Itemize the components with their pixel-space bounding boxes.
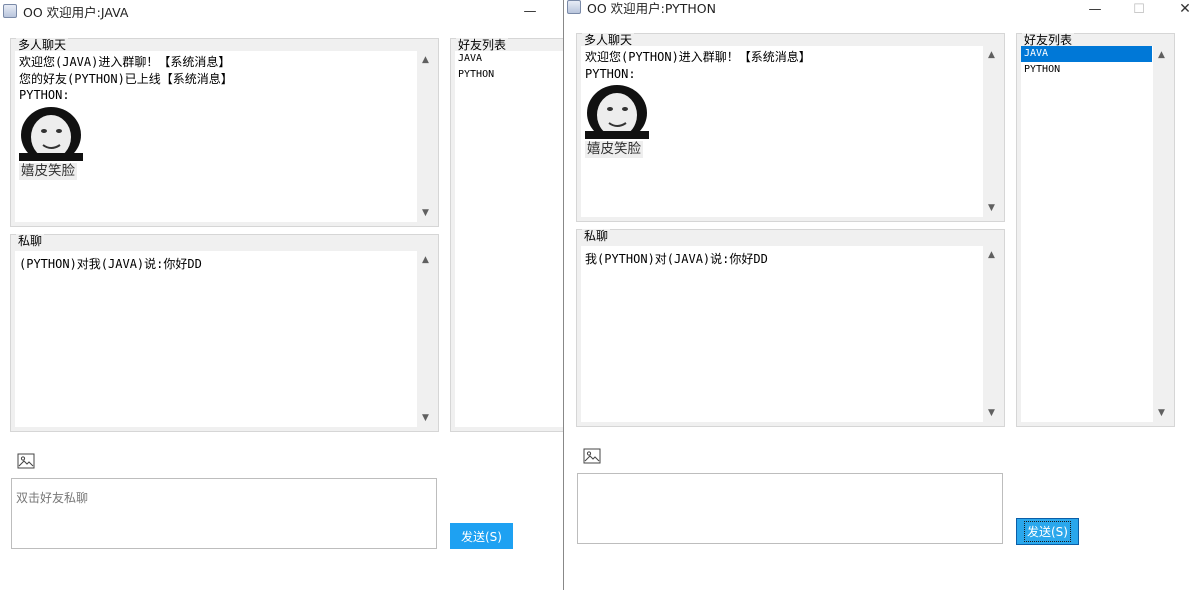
scroll-up-icon[interactable]: ▲ <box>417 253 434 267</box>
friend-item-java[interactable]: JAVA <box>455 51 575 67</box>
minimize-button[interactable]: — <box>1072 0 1118 20</box>
group-chat-title: 多人聊天 <box>16 38 69 52</box>
panda-meme-image <box>19 104 83 161</box>
minimize-button[interactable]: — <box>507 0 553 22</box>
friend-list-title: 好友列表 <box>456 38 509 52</box>
chat-message: PYTHON: <box>585 66 636 81</box>
private-chat-area[interactable]: (PYTHON)对我(JAVA)说:你好DD ▲ ▼ <box>15 251 434 427</box>
group-chat-area[interactable]: 欢迎您(JAVA)进入群聊！【系统消息】 您的好友(PYTHON)已上线【系统消… <box>15 51 434 222</box>
scroll-up-icon[interactable]: ▲ <box>1153 48 1170 62</box>
scroll-up-icon[interactable]: ▲ <box>983 248 1000 262</box>
title-bar[interactable]: OO 欢迎用户:JAVA <box>0 0 564 22</box>
chat-message: 欢迎您(JAVA)进入群聊！【系统消息】 <box>19 55 231 69</box>
friend-list-panel: 好友列表 JAVA PYTHON <box>450 38 580 432</box>
image-icon[interactable] <box>583 448 601 464</box>
java-app-icon <box>3 4 17 18</box>
private-chat-panel: 私聊 (PYTHON)对我(JAVA)说:你好DD ▲ ▼ <box>10 234 439 432</box>
scroll-down-icon[interactable]: ▼ <box>417 411 434 425</box>
emoji-caption: 嬉皮笑脸 <box>19 162 77 180</box>
vertical-scrollbar[interactable]: ▲ ▼ <box>983 46 1000 217</box>
close-button[interactable]: ✕ <box>1162 0 1201 20</box>
private-message: (PYTHON)对我(JAVA)说:你好DD <box>19 257 202 271</box>
maximize-button[interactable]: ☐ <box>1116 0 1162 20</box>
scroll-down-icon[interactable]: ▼ <box>1153 406 1170 420</box>
group-chat-panel: 多人聊天 欢迎您(PYTHON)进入群聊！【系统消息】 PYTHON: 嬉皮笑脸… <box>576 33 1005 222</box>
vertical-scrollbar[interactable]: ▲ ▼ <box>417 251 434 427</box>
scroll-up-icon[interactable]: ▲ <box>983 48 1000 62</box>
send-button[interactable]: 发送(S) <box>450 523 513 549</box>
private-chat-title: 私聊 <box>16 234 45 248</box>
chat-window-java: OO 欢迎用户:JAVA — 多人聊天 欢迎您(JAVA)进入群聊！【系统消息】… <box>0 0 580 590</box>
friend-list-title: 好友列表 <box>1022 33 1075 47</box>
emoji-caption: 嬉皮笑脸 <box>585 141 643 158</box>
scroll-up-icon[interactable]: ▲ <box>417 53 434 67</box>
friend-list-panel: 好友列表 JAVA PYTHON ▲ ▼ <box>1016 33 1175 427</box>
group-chat-title: 多人聊天 <box>582 33 635 47</box>
friend-list[interactable]: JAVA PYTHON <box>455 51 575 427</box>
send-button[interactable]: 发送(S) <box>1016 518 1079 545</box>
window-title: OO 欢迎用户:JAVA <box>23 4 129 20</box>
group-chat-area[interactable]: 欢迎您(PYTHON)进入群聊！【系统消息】 PYTHON: 嬉皮笑脸 ▲ ▼ <box>581 46 1000 217</box>
private-chat-panel: 私聊 我(PYTHON)对(JAVA)说:你好DD ▲ ▼ <box>576 229 1005 427</box>
scroll-down-icon[interactable]: ▼ <box>983 201 1000 215</box>
emoji-message: 嬉皮笑脸 <box>19 104 83 180</box>
panda-meme-image <box>585 83 649 139</box>
java-app-icon <box>567 0 581 14</box>
friend-list[interactable]: JAVA PYTHON ▲ ▼ <box>1021 46 1170 422</box>
private-message: 我(PYTHON)对(JAVA)说:你好DD <box>585 252 768 266</box>
window-title: OO 欢迎用户:PYTHON <box>587 0 716 16</box>
message-input[interactable]: 双击好友私聊 <box>11 478 437 549</box>
scroll-down-icon[interactable]: ▼ <box>417 206 434 220</box>
vertical-scrollbar[interactable]: ▲ ▼ <box>417 51 434 222</box>
private-chat-area[interactable]: 我(PYTHON)对(JAVA)说:你好DD ▲ ▼ <box>581 246 1000 422</box>
image-icon[interactable] <box>17 453 35 469</box>
emoji-message: 嬉皮笑脸 <box>585 83 649 158</box>
friend-item-java[interactable]: JAVA <box>1021 46 1152 62</box>
chat-message: 欢迎您(PYTHON)进入群聊！【系统消息】 <box>585 50 811 64</box>
chat-message: 您的好友(PYTHON)已上线【系统消息】 <box>19 71 233 86</box>
vertical-scrollbar[interactable]: ▲ ▼ <box>1153 46 1170 422</box>
send-button-label: 发送(S) <box>1024 521 1071 542</box>
vertical-scrollbar[interactable]: ▲ ▼ <box>983 246 1000 422</box>
chat-window-python: OO 欢迎用户:PYTHON — ☐ ✕ 多人聊天 欢迎您(PYTHON)进入群… <box>563 0 1201 590</box>
scroll-down-icon[interactable]: ▼ <box>983 406 1000 420</box>
friend-item-python[interactable]: PYTHON <box>1021 62 1170 78</box>
chat-message: PYTHON: <box>19 88 70 102</box>
private-chat-title: 私聊 <box>582 229 611 243</box>
group-chat-panel: 多人聊天 欢迎您(JAVA)进入群聊！【系统消息】 您的好友(PYTHON)已上… <box>10 38 439 227</box>
friend-item-python[interactable]: PYTHON <box>455 67 575 83</box>
message-input[interactable] <box>577 473 1003 544</box>
